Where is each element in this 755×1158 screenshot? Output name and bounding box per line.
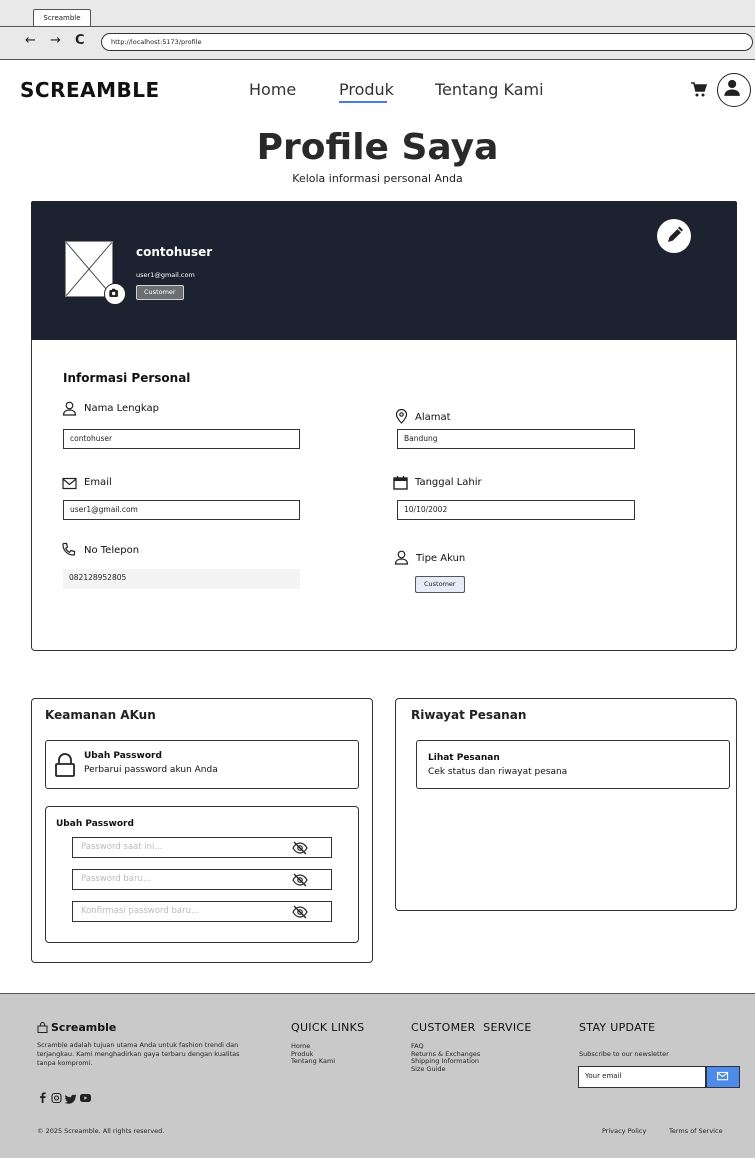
newsletter-email-input[interactable]: Your email [578,1066,706,1088]
personal-info-title: Informasi Personal [63,371,191,385]
eye-off-icon[interactable] [292,841,308,855]
social-icons [40,1092,91,1104]
youtube-icon[interactable] [80,1094,91,1102]
browser-tab[interactable]: Screamble [33,9,91,27]
forward-arrow-icon[interactable]: → [50,33,61,49]
camera-icon[interactable] [104,283,126,305]
cart-icon[interactable] [690,80,708,98]
eye-off-icon[interactable] [292,873,308,887]
quick-links-title: QUICK LINKS [291,1021,365,1034]
account-type-badge: Customer [415,576,465,593]
footer-about: Scramble adalah tujuan utama Anda untuk … [37,1041,240,1067]
nav-link-home[interactable]: Home [249,80,296,99]
phone-icon [62,542,76,556]
footer-link-size-guide[interactable]: Size Guide [411,1065,480,1074]
change-password-form-title: Ubah Password [56,819,134,829]
browser-chrome: Screamble ← → C http://localhost:5173/pr… [0,0,755,60]
location-pin-icon [395,409,408,424]
tabstrip-divider [0,26,755,27]
shopping-bag-icon [37,1022,48,1033]
facebook-icon[interactable] [40,1092,46,1104]
user-icon [62,401,77,416]
email-input[interactable]: user1@gmail.com [63,500,300,520]
pencil-icon [668,226,683,242]
full-name-input[interactable]: contohuser [63,429,300,449]
full-name-label: Nama Lengkap [84,403,159,414]
reload-icon[interactable]: C [75,33,85,49]
twitter-icon[interactable] [64,1094,77,1104]
instagram-icon[interactable] [51,1092,62,1104]
phone-value: 082128952805 [63,569,300,589]
security-title: Keamanan AKun [45,708,156,722]
mail-icon [62,477,77,490]
copyright-text: © 2025 Screamble. All rights reserved. [37,1127,165,1135]
profile-email: user1@gmail.com [136,271,195,279]
footer-link-tentang-kami[interactable]: Tentang Kami [291,1057,335,1066]
order-history-title: Riwayat Pesanan [411,708,527,722]
customer-service-title: CUSTOMER SERVICE [411,1021,532,1034]
change-password-title: Ubah Password [84,751,162,761]
eye-off-icon[interactable] [292,905,308,919]
edit-profile-button[interactable] [657,219,691,253]
view-orders-title: Lihat Pesanan [428,753,500,763]
mail-icon [717,1071,729,1081]
terms-of-service-link[interactable]: Terms of Service [669,1127,723,1135]
stay-update-title: STAY UPDATE [579,1021,656,1034]
user-account-icon[interactable] [717,73,751,107]
back-arrow-icon[interactable]: ← [25,33,36,49]
profile-username: contohuser [136,245,213,259]
privacy-policy-link[interactable]: Privacy Policy [602,1127,646,1135]
change-password-card[interactable]: Ubah Password Perbarui password akun And… [45,740,359,789]
phone-label: No Telepon [84,545,140,556]
newsletter-text: Subscribe to our newsletter [579,1050,669,1058]
footer-brand: Screamble [51,1021,117,1034]
user-icon [394,550,409,565]
page-title: Profile Saya [256,127,499,168]
birth-date-input[interactable]: 10/10/2002 [397,500,635,520]
address-label: Alamat [415,412,451,423]
profile-banner: contohuser user1@gmail.com Customer [31,201,737,341]
birth-date-label: Tanggal Lahir [415,477,482,488]
personal-info-card: Informasi Personal Nama Lengkap contohus… [31,340,737,651]
active-nav-underline [339,101,387,103]
calendar-icon [393,476,408,490]
role-badge: Customer [136,285,184,300]
account-type-label: Tipe Akun [416,553,466,564]
change-password-desc: Perbarui password akun Anda [84,765,218,775]
nav-link-produk[interactable]: Produk [339,80,394,99]
address-bar[interactable]: http://localhost:5173/profile [101,33,753,51]
page-subtitle: Kelola informasi personal Anda [292,172,463,185]
newsletter-submit-button[interactable] [706,1066,740,1088]
email-label: Email [84,477,112,488]
security-card: Keamanan AKun Ubah Password Perbarui pas… [31,698,373,963]
site-logo[interactable]: SCREAMBLE [20,78,160,102]
nav-link-tentang-kami[interactable]: Tentang Kami [435,80,544,99]
order-history-card: Riwayat Pesanan Lihat Pesanan Cek status… [395,698,737,911]
view-orders-card[interactable]: Lihat Pesanan Cek status dan riwayat pes… [416,740,730,789]
lock-icon [55,753,75,777]
site-footer: Screamble Scramble adalah tujuan utama A… [0,993,755,1158]
view-orders-desc: Cek status dan riwayat pesana [428,767,568,777]
address-input[interactable]: Bandung [397,429,635,449]
change-password-form: Ubah Password Password saat ini... Passw… [45,806,359,943]
